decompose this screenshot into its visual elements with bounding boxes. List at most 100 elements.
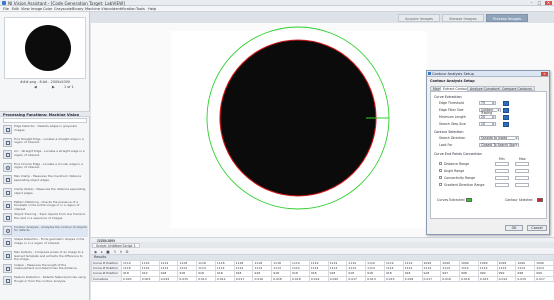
selected-color-swatch[interactable]	[537, 197, 543, 203]
min-column-label: Min	[499, 157, 505, 161]
function-item[interactable]: Shape Detection - Finds geometric shapes…	[2, 237, 88, 250]
angle-range-checkbox[interactable]	[439, 169, 443, 173]
function-item[interactable]: Max Defects - Compares pixels of an imag…	[2, 250, 88, 263]
min-length-label: Minimum Length	[439, 115, 466, 119]
edge-threshold-field[interactable]: 75	[479, 100, 493, 106]
menu-help[interactable]: Help	[148, 7, 156, 11]
blue-tool-icon[interactable]	[503, 114, 509, 120]
menu-view[interactable]: View	[21, 7, 30, 11]
dialog-close-icon[interactable]: ×	[541, 71, 548, 77]
function-item[interactable]: Find Straight Edge - Locates a straight …	[2, 137, 88, 150]
close-icon[interactable]: ×	[545, 0, 552, 6]
tab-acquire-images[interactable]: Acquire Images	[398, 14, 440, 22]
search-step-stepper[interactable]	[493, 121, 496, 127]
distance-range-checkbox[interactable]	[439, 162, 443, 166]
row-label: Curve # Position	[91, 265, 122, 272]
gradient-min-field[interactable]	[495, 182, 509, 188]
menu-color[interactable]: Color	[43, 7, 52, 11]
function-item[interactable]: Edge Detector - Detects edges in graysca…	[2, 124, 88, 137]
curves-extracted-label: Curves Extracted	[437, 198, 465, 202]
distance-max-field[interactable]	[515, 161, 529, 167]
thumbnail-caption: ###.png - 8-bit - 2000x2000	[20, 80, 70, 84]
function-item-selected[interactable]: Contour Analysis - Analyzes the contour …	[2, 224, 88, 238]
functions-search-input[interactable]	[3, 118, 87, 123]
minimize-icon[interactable]: –	[528, 0, 535, 6]
min-length-field[interactable]: 20	[479, 114, 493, 120]
row-label: Curve # Position	[91, 270, 122, 277]
maximize-icon[interactable]: □	[536, 0, 543, 6]
thumbnail-disc	[25, 25, 71, 71]
stop-icon[interactable]: ■	[106, 250, 110, 254]
function-item[interactable]: Find Circular Edge - Locates a circular …	[2, 162, 88, 175]
dialog-body: Curve Extraction Edge Threshold 75 Edge …	[430, 91, 547, 219]
menu-file[interactable]: File	[3, 7, 9, 11]
prev-image-icon[interactable]: ◀	[34, 85, 37, 89]
edit-icon[interactable]: ✎	[113, 250, 117, 254]
connectivity-range-checkbox[interactable]	[439, 176, 443, 180]
gradient-range-checkbox[interactable]	[439, 183, 443, 187]
blue-tool-icon[interactable]	[503, 121, 509, 127]
search-direction-select[interactable]: Outside to Inside ▾	[479, 135, 519, 141]
tab-browse-images[interactable]: Browse Images	[442, 14, 484, 22]
curves-color-swatch[interactable]	[466, 197, 472, 203]
dialog-subtitle: Contour Analysis Setup	[430, 79, 475, 83]
table-cell: 0.017	[534, 275, 554, 282]
table-cell: 0.016	[252, 275, 273, 282]
angle-min-field[interactable]	[495, 168, 509, 174]
distance-min-field[interactable]	[495, 161, 509, 167]
row-label: Curvature	[91, 275, 122, 282]
table-cell: 0.016	[440, 275, 461, 282]
table-cell: 0.019	[308, 275, 329, 282]
min-length-stepper[interactable]	[493, 114, 496, 120]
image-thumbnail[interactable]	[4, 17, 86, 79]
row-label: Curve # Position	[91, 259, 122, 267]
distance-range-label: Distance Range	[444, 162, 470, 166]
chevron-down-icon: ▾	[514, 136, 518, 141]
function-item[interactable]: Caliper - Measures the length of the mea…	[2, 263, 88, 276]
run-icon[interactable]: ▶	[94, 250, 98, 254]
connectivity-max-field[interactable]	[515, 175, 529, 181]
function-item[interactable]: Clamp (Rake) - Measures the distance sep…	[2, 187, 88, 200]
connectivity-min-field[interactable]	[495, 175, 509, 181]
cancel-button[interactable]: Cancel	[527, 225, 547, 231]
gradient-max-field[interactable]	[515, 182, 529, 188]
connectivity-range-label: Connectivity Range	[444, 176, 476, 180]
function-item[interactable]: Arc - Straight Edge - Locates a straight…	[2, 149, 88, 162]
blue-tool-icon[interactable]	[503, 100, 509, 106]
table-cell: 0.015	[177, 275, 198, 282]
menu-machine-vision[interactable]: Machine Vision	[85, 7, 112, 11]
angle-max-field[interactable]	[515, 168, 529, 174]
settings-icon[interactable]: ⚙	[125, 250, 129, 254]
look-for-select[interactable]: Closest To Search Start ▾	[479, 142, 519, 148]
menu-tools[interactable]: Tools	[136, 7, 145, 11]
menu-grayscale[interactable]: Grayscale	[54, 7, 72, 11]
step-icon[interactable]: ▸	[100, 250, 104, 254]
table-cell: 0.015	[383, 275, 404, 282]
edge-threshold-stepper[interactable]	[493, 100, 496, 106]
search-direction-value: Outside to Inside	[481, 135, 508, 140]
function-item[interactable]: Pattern Matching - Checks the presence o…	[2, 200, 88, 213]
blue-tool-icon[interactable]	[503, 107, 509, 113]
contour-selected-label: Contour Selected	[505, 198, 533, 202]
menu-binary[interactable]: Binary	[72, 7, 84, 11]
tab-process-images[interactable]: Process Images	[486, 14, 528, 22]
clamp-rake-icon	[3, 188, 12, 197]
table-cell: 0.017	[421, 275, 442, 282]
function-item[interactable]: Feature Detection - Detects features/cir…	[2, 275, 88, 288]
dialog-title-bar[interactable]: Contour Analysis Setup ×	[427, 71, 549, 77]
delete-icon[interactable]: ✕	[119, 250, 123, 254]
function-item[interactable]: Object Tracking - Track objects from one…	[2, 212, 88, 225]
edge-detector-icon	[3, 125, 12, 134]
script-tab[interactable]: Script: Untitled Script 1	[92, 242, 140, 248]
shape-detection-icon	[3, 238, 12, 248]
edge-filter-select[interactable]: Contour Tracing ▾	[479, 107, 501, 115]
ok-button[interactable]: OK	[505, 225, 523, 231]
menu-identification[interactable]: Identification	[112, 7, 136, 11]
search-step-field[interactable]: 10	[479, 121, 493, 127]
menu-edit[interactable]: Edit	[12, 7, 19, 11]
results-title: Results	[94, 255, 107, 260]
menu-image[interactable]: Image	[31, 7, 42, 11]
next-image-icon[interactable]: ▶	[52, 85, 55, 89]
function-item[interactable]: Max Clamp - Measures the maximum distanc…	[2, 174, 88, 187]
detected-contour	[219, 39, 377, 197]
